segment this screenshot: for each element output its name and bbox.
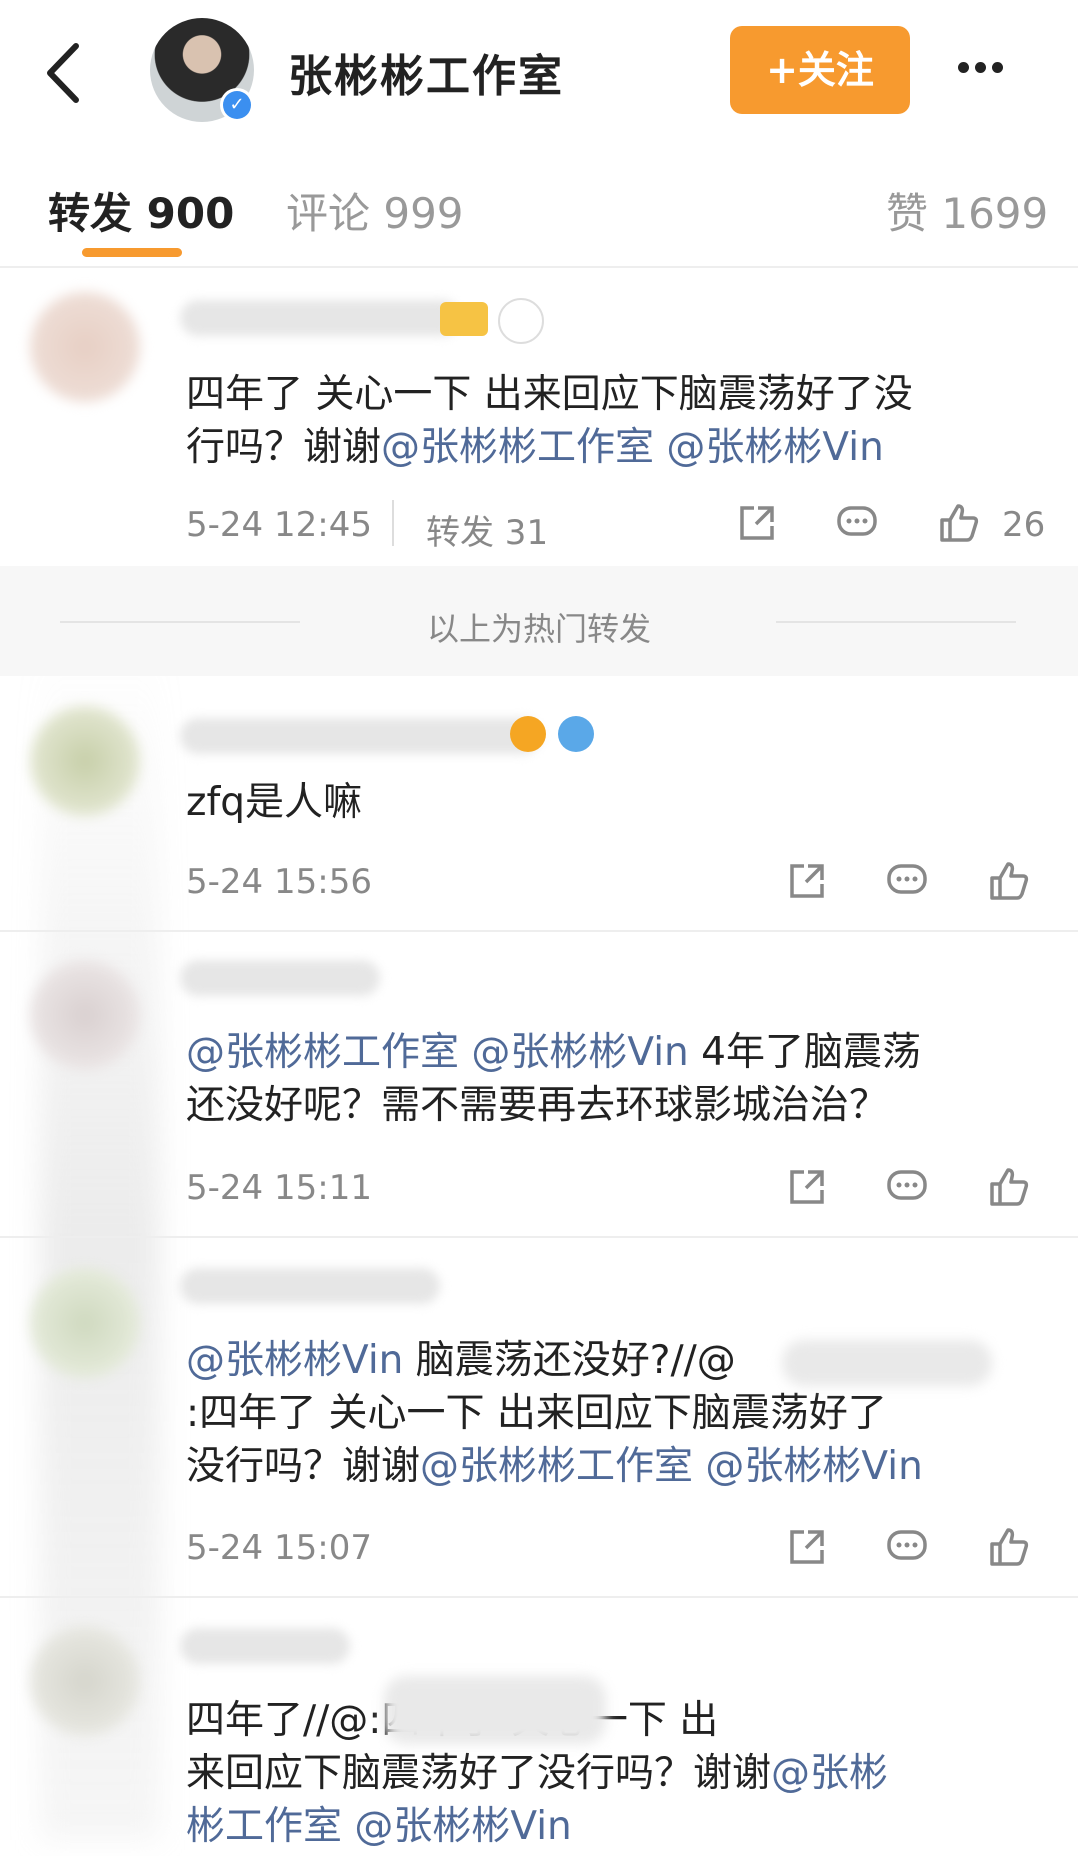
more-button[interactable] xyxy=(958,48,1048,88)
like-button[interactable] xyxy=(936,500,982,546)
verified-badge: ✓ xyxy=(220,88,254,122)
back-button[interactable] xyxy=(40,38,90,108)
user-avatar[interactable] xyxy=(30,706,140,816)
like-count: 26 xyxy=(1002,505,1046,545)
repost-time: 5-24 12:45 xyxy=(186,505,372,545)
level-badge-icon xyxy=(440,302,488,336)
share-button[interactable] xyxy=(784,1164,830,1210)
user-avatar[interactable] xyxy=(30,1268,140,1378)
redacted-username xyxy=(180,1628,350,1664)
like-button[interactable] xyxy=(986,858,1032,904)
divider xyxy=(0,1236,1078,1238)
panda-icon xyxy=(498,298,544,344)
comment-button[interactable] xyxy=(834,500,880,546)
redacted-username xyxy=(180,1268,440,1304)
user-avatar[interactable] xyxy=(30,292,140,402)
thumbs-up-icon xyxy=(990,862,1029,900)
share-icon xyxy=(790,864,824,898)
repost-time: 5-24 15:07 xyxy=(186,1528,372,1568)
repost-text: zfq是人嘛 xyxy=(186,780,362,825)
comment-icon xyxy=(837,506,877,536)
redacted-username xyxy=(384,1676,606,1744)
share-button[interactable] xyxy=(784,1524,830,1570)
thumbs-up-icon xyxy=(990,1528,1029,1566)
tab-repost[interactable]: 转发 900 xyxy=(48,180,234,241)
like-button[interactable] xyxy=(986,1164,1032,1210)
repost-text: 四年了//@:四年了 关心一下 出 来回应下脑震荡好了没行吗？谢谢@张彬 彬工作… xyxy=(186,1698,889,1849)
comment-icon xyxy=(887,1530,927,1560)
active-tab-indicator xyxy=(82,248,182,257)
user-avatar[interactable] xyxy=(30,960,140,1070)
share-icon xyxy=(740,506,774,540)
like-button[interactable] xyxy=(986,1524,1032,1570)
divider xyxy=(0,930,1078,932)
repost-time: 5-24 15:11 xyxy=(186,1168,372,1208)
thumbs-up-icon xyxy=(990,1168,1029,1206)
follow-button[interactable]: +关注 xyxy=(730,26,910,114)
tab-comment[interactable]: 评论 999 xyxy=(286,180,464,241)
dolphin-icon xyxy=(558,716,594,752)
more-dots-icon xyxy=(958,58,1009,77)
comment-icon xyxy=(887,864,927,894)
repost-time: 5-24 15:56 xyxy=(186,862,372,902)
hot-reposts-label: 以上为热门转发 xyxy=(426,610,651,648)
comment-button[interactable] xyxy=(884,1164,930,1210)
account-name[interactable]: 张彬彬工作室 xyxy=(288,40,564,104)
comment-button[interactable] xyxy=(884,1524,930,1570)
fish-icon xyxy=(510,716,546,752)
divider xyxy=(0,1596,1078,1598)
redacted-username xyxy=(180,960,380,996)
divider xyxy=(0,266,1078,268)
redacted-username xyxy=(782,1340,992,1386)
comment-button[interactable] xyxy=(884,858,930,904)
verified-check-icon: ✓ xyxy=(223,91,251,119)
repost-count[interactable]: 转发 31 xyxy=(426,505,548,554)
redacted-username xyxy=(180,300,460,336)
tab-bar: 转发 900 评论 999 赞 1699 xyxy=(0,145,1078,265)
share-button[interactable] xyxy=(784,858,830,904)
chevron-left-icon xyxy=(47,43,79,103)
share-button[interactable] xyxy=(734,500,780,546)
thumbs-up-icon xyxy=(940,504,979,542)
repost-text: 四年了 关心一下 出来回应下脑震荡好了没 行吗？谢谢@张彬彬工作室 @张彬彬Vi… xyxy=(186,372,913,470)
share-icon xyxy=(790,1170,824,1204)
comment-icon xyxy=(887,1170,927,1200)
redacted-username xyxy=(180,718,540,754)
tab-like[interactable]: 赞 1699 xyxy=(886,180,1048,241)
repost-text: @张彬彬工作室 @张彬彬Vin 4年了脑震荡 还没好呢？需不需要再去环球影城治治… xyxy=(186,1030,921,1128)
share-icon xyxy=(790,1530,824,1564)
user-avatar[interactable] xyxy=(30,1626,140,1736)
divider xyxy=(392,500,394,546)
